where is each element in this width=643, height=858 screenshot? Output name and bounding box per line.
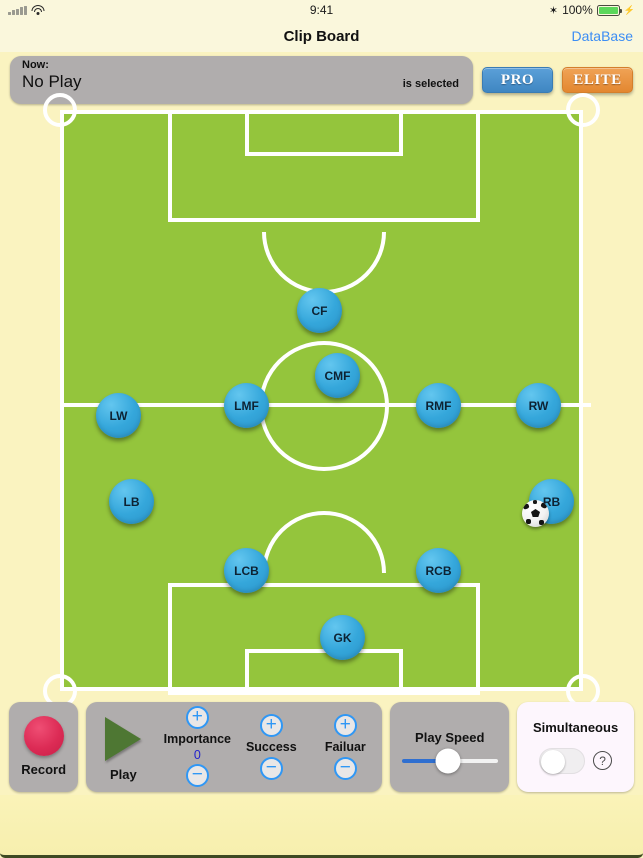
- status-bar: 9:41 ✶ 100% ⚡: [0, 0, 643, 20]
- simultaneous-row: ?: [539, 747, 613, 774]
- minus-icon: −: [339, 756, 351, 778]
- record-label: Record: [21, 762, 67, 777]
- play-speed-panel: Play Speed: [390, 701, 510, 792]
- plus-icon: +: [265, 713, 277, 735]
- play-speed-label: Play Speed: [415, 730, 485, 745]
- player-marker-gk[interactable]: GK: [320, 615, 365, 660]
- simultaneous-label: Simultaneous: [532, 719, 619, 735]
- failure-label: Failuar: [324, 739, 366, 754]
- importance-label: Importance: [163, 731, 231, 746]
- database-button[interactable]: DataBase: [572, 28, 633, 44]
- player-marker-lb[interactable]: LB: [109, 479, 154, 524]
- corner-arc-top-left: [43, 93, 77, 127]
- status-bar-clock: 9:41: [309, 3, 334, 17]
- player-marker-rcb[interactable]: RCB: [416, 548, 461, 593]
- record-dot-icon: [23, 716, 64, 756]
- play-controls-panel: Play + Importance 0 − + Success − + Fail…: [86, 701, 383, 792]
- play-speed-slider[interactable]: [401, 748, 498, 774]
- importance-plus-button[interactable]: +: [185, 705, 209, 729]
- navigation-bar: Clip Board DataBase: [0, 20, 643, 52]
- player-marker-lmf[interactable]: LMF: [224, 383, 269, 428]
- record-button[interactable]: Record: [9, 701, 79, 792]
- success-minus-button[interactable]: −: [259, 756, 283, 780]
- importance-minus-button[interactable]: −: [185, 764, 209, 788]
- importance-value: 0: [193, 747, 201, 762]
- minus-icon: −: [191, 764, 203, 786]
- now-label: Now:: [22, 59, 49, 71]
- toggle-knob: [541, 749, 566, 774]
- success-stepper: + Success −: [234, 702, 308, 792]
- success-label: Success: [245, 739, 297, 754]
- soccer-ball-icon[interactable]: [522, 500, 549, 527]
- player-marker-lcb[interactable]: LCB: [224, 548, 269, 593]
- current-play-box[interactable]: Now: No Play is selected: [10, 56, 473, 104]
- failure-plus-button[interactable]: +: [333, 713, 357, 737]
- simultaneous-toggle[interactable]: [539, 747, 586, 774]
- play-label: Play: [109, 767, 137, 782]
- is-selected-label: is selected: [402, 78, 459, 90]
- player-marker-cf[interactable]: CF: [297, 288, 342, 333]
- battery-icon: [596, 4, 622, 16]
- minus-icon: −: [265, 756, 277, 778]
- player-marker-rw[interactable]: RW: [516, 383, 561, 428]
- simultaneous-panel: Simultaneous ?: [517, 701, 634, 792]
- page-title: Clip Board: [283, 27, 360, 45]
- bottom-goal-area: [245, 649, 403, 695]
- plus-icon: +: [339, 713, 351, 735]
- play-button[interactable]: Play: [86, 702, 160, 792]
- help-icon[interactable]: ?: [593, 751, 613, 770]
- player-marker-rmf[interactable]: RMF: [416, 383, 461, 428]
- bottom-toolbar: Record Play + Importance 0 − + Success −…: [0, 700, 643, 793]
- failure-minus-button[interactable]: −: [333, 756, 357, 780]
- corner-arc-top-right: [566, 93, 600, 127]
- player-marker-cmf[interactable]: CMF: [315, 353, 360, 398]
- play-triangle-icon: [105, 717, 142, 761]
- top-goal-area: [245, 110, 403, 156]
- plus-icon: +: [191, 705, 203, 727]
- pro-button[interactable]: PRO: [482, 67, 553, 93]
- success-plus-button[interactable]: +: [259, 713, 283, 737]
- soccer-pitch[interactable]: CF CMF LW LMF RMF RW LB RB LCB RCB GK: [43, 93, 600, 708]
- slider-thumb[interactable]: [435, 748, 461, 774]
- importance-stepper: + Importance 0 −: [160, 702, 234, 792]
- current-play-name: No Play: [22, 72, 82, 91]
- elite-button[interactable]: ELITE: [562, 67, 633, 93]
- status-panel: Now: No Play is selected PRO ELITE: [0, 52, 643, 108]
- player-marker-lw[interactable]: LW: [96, 393, 141, 438]
- failure-stepper: + Failuar −: [308, 702, 382, 792]
- now-row: No Play is selected: [22, 72, 463, 92]
- bottom-filler: [0, 795, 643, 858]
